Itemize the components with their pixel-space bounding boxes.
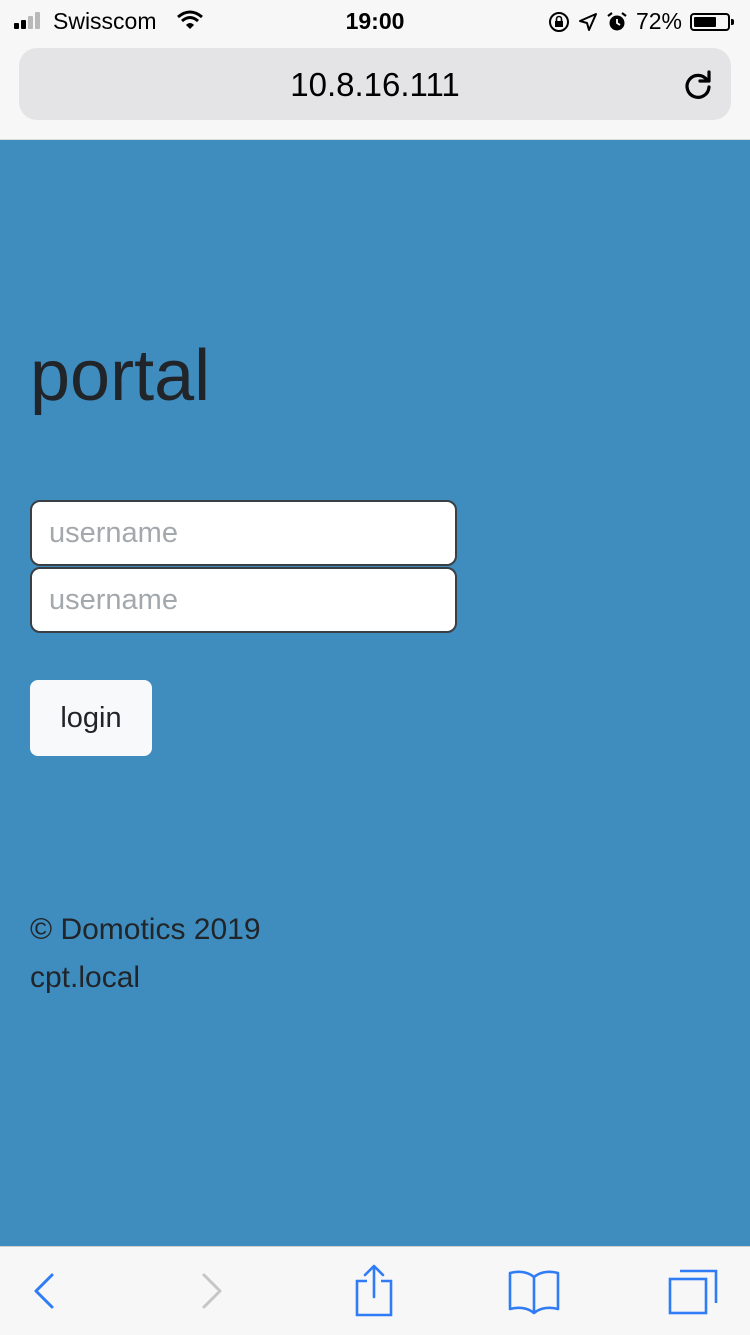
browser-address-area: 10.8.16.111 bbox=[0, 42, 750, 140]
tabs-icon[interactable] bbox=[666, 1265, 720, 1317]
password-input[interactable] bbox=[30, 567, 457, 633]
page-content: portal login © Domotics 2019 cpt.local bbox=[0, 140, 750, 1246]
forward-icon bbox=[202, 1273, 222, 1309]
reload-icon[interactable] bbox=[681, 68, 715, 102]
host-text: cpt.local bbox=[30, 961, 141, 994]
address-bar[interactable]: 10.8.16.111 bbox=[19, 48, 731, 120]
footer: © Domotics 2019 cpt.local bbox=[30, 906, 261, 1002]
status-bar: Swisscom 19:00 72% bbox=[0, 0, 750, 42]
battery-fill bbox=[694, 16, 716, 27]
url-text[interactable]: 10.8.16.111 bbox=[19, 66, 731, 104]
page-title: portal bbox=[30, 336, 211, 416]
username-input[interactable] bbox=[30, 500, 457, 566]
battery-percent: 72% bbox=[635, 8, 682, 34]
back-icon[interactable] bbox=[30, 1267, 58, 1315]
battery-icon bbox=[690, 12, 734, 31]
browser-toolbar bbox=[0, 1246, 750, 1335]
alarm-icon bbox=[607, 11, 627, 30]
copyright-text: © Domotics 2019 bbox=[30, 913, 261, 946]
bookmarks-icon[interactable] bbox=[507, 1267, 561, 1315]
location-arrow-icon bbox=[578, 12, 597, 31]
login-button[interactable]: login bbox=[30, 680, 152, 756]
share-icon[interactable] bbox=[352, 1263, 396, 1319]
orientation-lock-icon bbox=[548, 11, 569, 32]
